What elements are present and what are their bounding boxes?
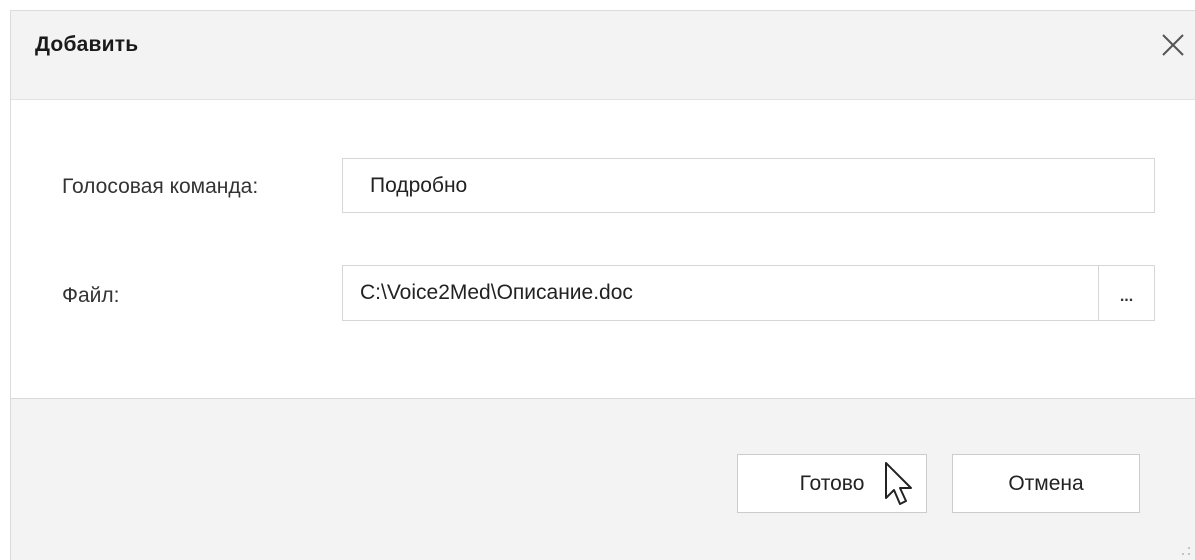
close-button[interactable] xyxy=(1155,27,1191,63)
done-button[interactable]: Готово xyxy=(737,454,927,513)
add-dialog: Добавить Голосовая команда: Файл: ... Го… xyxy=(0,0,1195,560)
dialog-body: Голосовая команда: Файл: ... xyxy=(10,100,1195,398)
file-label: Файл: xyxy=(62,284,120,307)
cancel-button[interactable]: Отмена xyxy=(952,454,1140,513)
dialog-footer: Готово Отмена xyxy=(10,398,1195,560)
dialog-title: Добавить xyxy=(35,33,139,56)
browse-button[interactable]: ... xyxy=(1098,265,1155,321)
file-path-input[interactable] xyxy=(342,265,1100,321)
resize-grip-icon[interactable] xyxy=(1181,546,1191,556)
dialog-titlebar: Добавить xyxy=(10,10,1195,100)
close-icon xyxy=(1162,34,1184,56)
voice-command-label: Голосовая команда: xyxy=(62,175,259,198)
voice-command-input[interactable] xyxy=(342,158,1155,213)
